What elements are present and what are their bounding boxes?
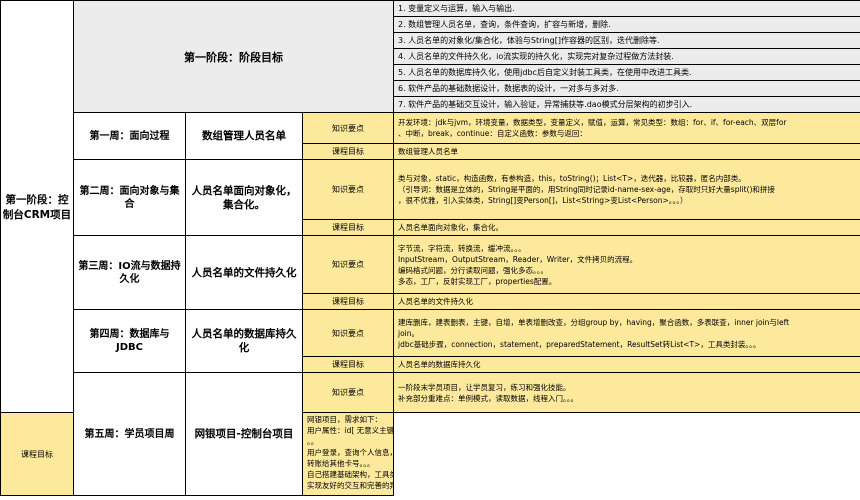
goal-content: 人员名单面向对象化，集合化。 [393, 219, 860, 236]
week-project: 人员名单面向对象化，集合化。 [185, 159, 303, 236]
stage-goal-item: 7. 软件产品的基础交互设计，输入验证，异常捕获等.dao模式分层架构的初步引入… [393, 96, 860, 113]
stage-goal-item: 5. 人员名单的数据库持久化，使用jdbc后自定义封装工具类，在使用中改进工具类… [393, 64, 860, 81]
stage-goal-item: 4. 人员名单的文件持久化，io流实现的持久化，实现完对复杂过程做方法封装. [393, 48, 860, 65]
week-title: 第五周：学员项目周 [73, 372, 186, 496]
goal-label: 课程目标 [0, 412, 74, 496]
week-project: 网银项目-控制台项目 [185, 372, 303, 496]
knowledge-content: 开发环境：jdk与jvm，环境变量，数据类型，变量定义，赋值，运算，常见类型：数… [393, 112, 860, 144]
curriculum-table: 第一阶段：控制台CRM项目 第一阶段：阶段目标 1. 变量定义与运算，输入与输出… [0, 0, 860, 496]
goal-content: 数组管理人员名单 [393, 143, 860, 160]
goal-label: 课程目标 [302, 219, 394, 236]
knowledge-content: 字节流，字符流，转换流，缓冲流。。。 InputStream，OutputStr… [393, 235, 860, 294]
goal-label: 课程目标 [302, 293, 394, 310]
knowledge-label: 知识要点 [302, 112, 394, 144]
knowledge-content: 类与对象，static，构造函数，有参构造，this，toString()；Li… [393, 159, 860, 220]
goal-content: 人员名单的数据库持久化 [393, 356, 860, 373]
knowledge-content: 一阶段末学员项目，让学员复习，练习和强化技能。 补充部分重难点：单例模式，读取数… [393, 372, 860, 413]
knowledge-content: 建库删库，建表删表，主键，自增，单表增删改查，分组group by，having… [393, 309, 860, 357]
goal-content: 人员名单的文件持久化 [393, 293, 860, 310]
stage-goal-item: 6. 软件产品的基础数据设计，数据表的设计，一对多与多对多. [393, 80, 860, 97]
week-title: 第三周：IO流与数据持久化 [73, 235, 186, 310]
goal-content: 网银项目，需求如下： 用户属性：id[ 无意义主键 ]，card_id[ 卡号 … [302, 412, 394, 496]
knowledge-label: 知识要点 [302, 309, 394, 357]
knowledge-label: 知识要点 [302, 159, 394, 220]
week-title: 第四周：数据库与JDBC [73, 309, 186, 373]
knowledge-label: 知识要点 [302, 372, 394, 413]
goal-label: 课程目标 [302, 143, 394, 160]
knowledge-label: 知识要点 [302, 235, 394, 294]
week-project: 人员名单的文件持久化 [185, 235, 303, 310]
stage-goal-item: 2. 数组管理人员名单，查询，条件查询，扩容与新增，删除. [393, 16, 860, 33]
week-title: 第二周：面向对象与集合 [73, 159, 186, 236]
week-project: 人员名单的数据库持久化 [185, 309, 303, 373]
week-project: 数组管理人员名单 [185, 112, 303, 160]
stage-goal-item: 3. 人员名单的对象化/集合化，体验与String[]作容器的区别，迭代删除等. [393, 32, 860, 49]
stage-label: 第一阶段：控制台CRM项目 [0, 0, 74, 413]
goal-label: 课程目标 [302, 356, 394, 373]
stage-goal-item: 1. 变量定义与运算，输入与输出. [393, 0, 860, 17]
week-title: 第一周：面向过程 [73, 112, 186, 160]
stage-goals-header: 第一阶段：阶段目标 [73, 0, 394, 113]
